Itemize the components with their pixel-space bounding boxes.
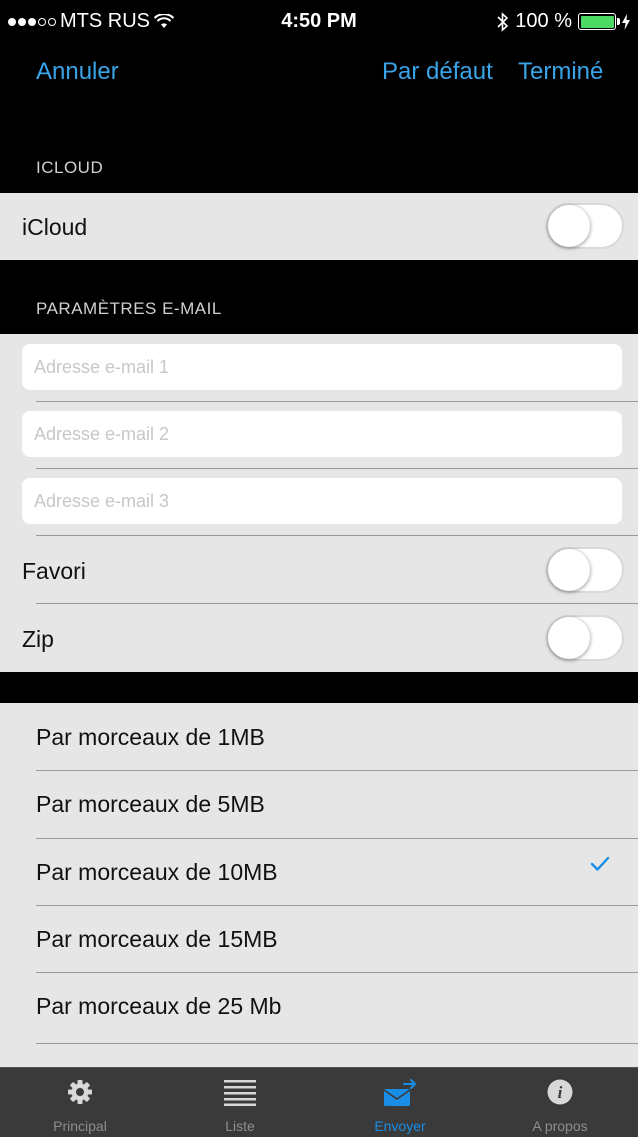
zip-label: Zip bbox=[22, 626, 54, 652]
email-section-title: PARAMÈTRES E-MAIL bbox=[36, 299, 222, 318]
section-spacer bbox=[0, 672, 638, 703]
tab-bar: Principal Liste Envoyer i A propos bbox=[0, 1067, 638, 1137]
icloud-row: iCloud bbox=[0, 193, 638, 260]
chunk-option-25mb[interactable]: Par morceaux de 25 Mb bbox=[0, 972, 638, 1039]
battery-icon bbox=[578, 13, 620, 30]
chunk-option-10mb[interactable]: Par morceaux de 10MB bbox=[0, 838, 638, 905]
email-settings-group: Favori Zip bbox=[0, 334, 638, 672]
chunk-option-15mb[interactable]: Par morceaux de 15MB bbox=[0, 905, 638, 972]
chunk-size-list: Par morceaux de 1MB Par morceaux de 5MB … bbox=[0, 703, 638, 1067]
email-field-2[interactable] bbox=[22, 411, 622, 457]
tab-liste[interactable]: Liste bbox=[160, 1068, 320, 1137]
battery-percent: 100 % bbox=[515, 10, 572, 32]
favori-label: Favori bbox=[22, 558, 86, 584]
icloud-section-header: ICLOUD bbox=[0, 120, 638, 193]
tab-principal[interactable]: Principal bbox=[0, 1068, 160, 1137]
email-field-3[interactable] bbox=[22, 478, 622, 524]
divider bbox=[36, 401, 638, 402]
email-field-1[interactable] bbox=[22, 344, 622, 390]
favori-toggle[interactable] bbox=[546, 547, 624, 593]
cancel-button[interactable]: Annuler bbox=[36, 58, 119, 86]
divider bbox=[36, 535, 638, 536]
tab-label: Liste bbox=[225, 1118, 255, 1134]
icloud-toggle[interactable] bbox=[546, 203, 624, 249]
chunk-option-label: Par morceaux de 5MB bbox=[36, 791, 265, 817]
default-button[interactable]: Par défaut bbox=[382, 58, 493, 86]
chunk-option-label: Par morceaux de 10MB bbox=[36, 859, 278, 885]
charging-icon bbox=[622, 13, 630, 30]
divider bbox=[36, 603, 638, 604]
icloud-section-title: ICLOUD bbox=[36, 158, 104, 177]
tab-a-propos[interactable]: i A propos bbox=[480, 1068, 638, 1137]
email-section-header: PARAMÈTRES E-MAIL bbox=[0, 260, 638, 334]
status-right: 100 % bbox=[497, 10, 630, 33]
gear-icon bbox=[68, 1080, 92, 1104]
send-mail-icon bbox=[383, 1079, 416, 1106]
tab-label: A propos bbox=[532, 1118, 588, 1134]
bluetooth-icon bbox=[497, 11, 509, 32]
chunk-option-label: Par morceaux de 15MB bbox=[36, 926, 278, 952]
checkmark-icon bbox=[590, 856, 610, 871]
divider bbox=[36, 1043, 638, 1044]
info-icon: i bbox=[547, 1079, 573, 1105]
svg-text:i: i bbox=[558, 1083, 563, 1102]
navigation-bar: Annuler Par défaut Terminé bbox=[0, 40, 638, 120]
chunk-option-label: Par morceaux de 25 Mb bbox=[36, 993, 282, 1019]
chunk-option-1mb[interactable]: Par morceaux de 1MB bbox=[0, 703, 638, 770]
chunk-option-label: Par morceaux de 1MB bbox=[36, 724, 265, 750]
tab-label: Envoyer bbox=[374, 1118, 426, 1134]
zip-toggle[interactable] bbox=[546, 615, 624, 661]
chunk-option-5mb[interactable]: Par morceaux de 5MB bbox=[0, 770, 638, 837]
status-bar: MTS RUS 4:50 PM 100 % bbox=[0, 0, 638, 40]
tab-envoyer[interactable]: Envoyer bbox=[320, 1068, 480, 1137]
icloud-label: iCloud bbox=[22, 214, 88, 240]
list-icon bbox=[224, 1080, 256, 1106]
divider bbox=[36, 468, 638, 469]
done-button[interactable]: Terminé bbox=[518, 58, 603, 86]
tab-label: Principal bbox=[53, 1118, 107, 1134]
